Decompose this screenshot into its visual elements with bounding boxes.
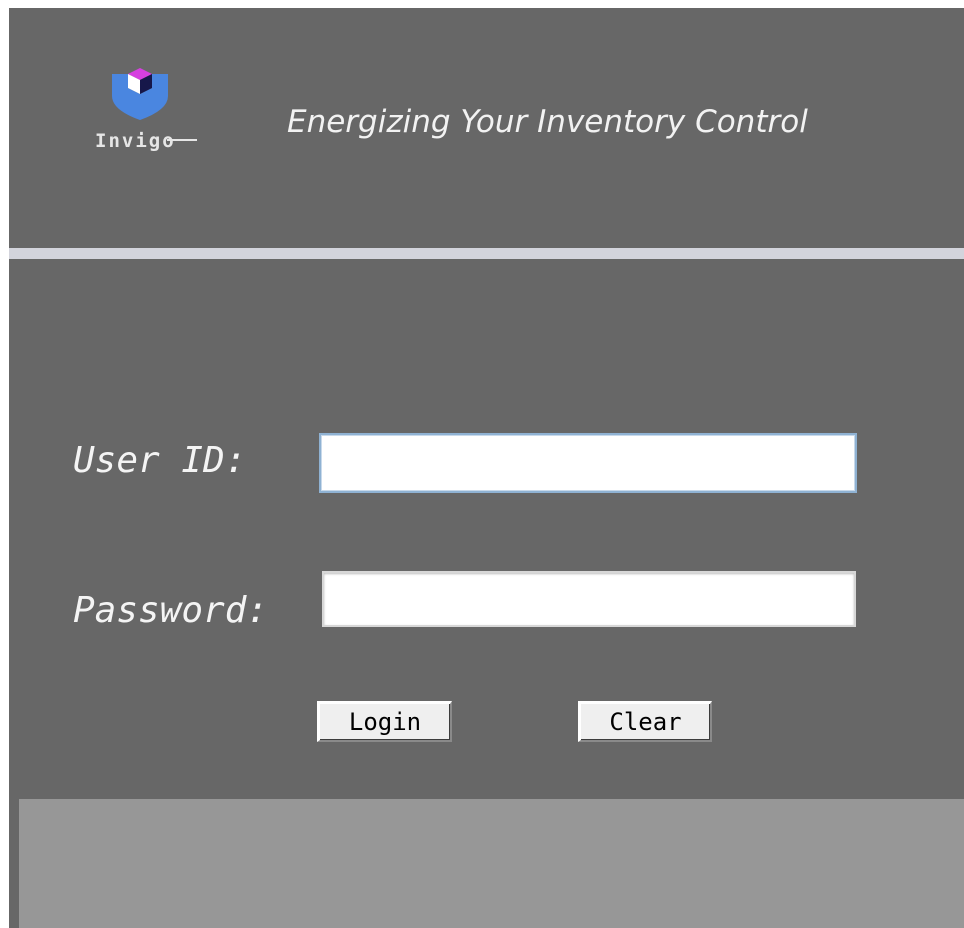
app-header: Invigo Energizing Your Inventory Control	[9, 8, 964, 248]
login-window: Invigo Energizing Your Inventory Control…	[9, 8, 964, 928]
logo-text: Invigo	[95, 130, 176, 152]
login-button[interactable]: Login	[317, 701, 452, 742]
clear-button[interactable]: Clear	[578, 701, 712, 742]
user-id-label: User ID:	[73, 440, 247, 481]
password-label: Password:	[73, 590, 269, 631]
app-tagline: Energizing Your Inventory Control	[287, 104, 808, 140]
footer-panel	[19, 799, 964, 928]
header-divider	[9, 248, 964, 259]
cube-logo-icon	[112, 68, 168, 120]
logo-underline	[167, 139, 197, 141]
app-logo: Invigo	[93, 66, 203, 161]
password-input[interactable]	[322, 571, 856, 627]
user-id-input[interactable]	[319, 433, 857, 493]
